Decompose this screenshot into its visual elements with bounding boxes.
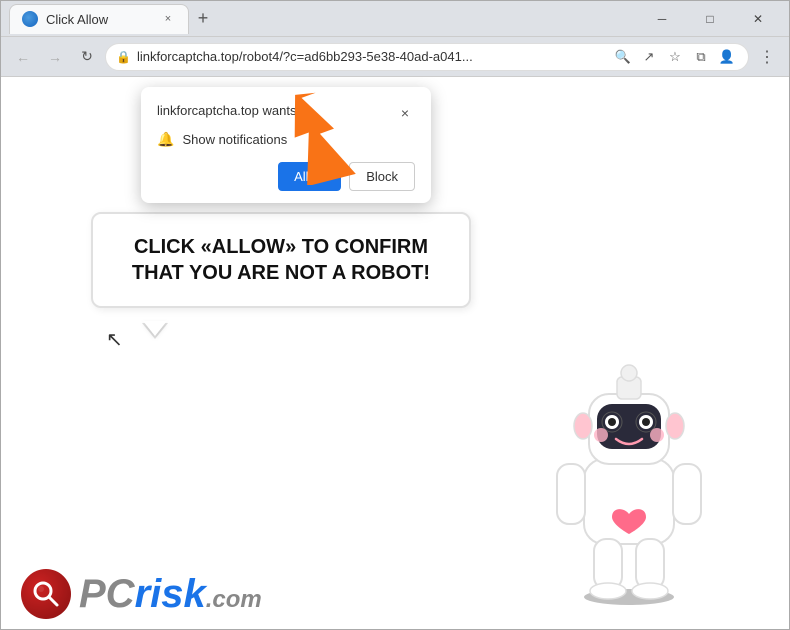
cursor: ↖ <box>106 327 123 352</box>
search-icon[interactable]: 🔍 <box>612 46 634 68</box>
title-bar: Click Allow × + ─ □ ✕ <box>1 1 789 37</box>
address-bar-row: ← → ↻ 🔒 linkforcaptcha.top/robot4/?c=ad6… <box>1 37 789 77</box>
tab-title: Click Allow <box>46 12 108 27</box>
new-tab-button[interactable]: + <box>189 5 217 33</box>
url-text: linkforcaptcha.top/robot4/?c=ad6bb293-5e… <box>137 49 606 64</box>
profile-icon[interactable]: 👤 <box>716 46 738 68</box>
maximize-button[interactable]: □ <box>687 1 733 37</box>
bell-icon: 🔔 <box>157 131 174 148</box>
forward-button[interactable]: → <box>41 43 69 71</box>
address-bar-icons: 🔍 ↗ ☆ ⧉ 👤 <box>612 46 738 68</box>
lock-icon: 🔒 <box>116 50 131 64</box>
pcrisk-text: PCrisk.com <box>79 572 262 617</box>
orange-arrow <box>286 85 376 190</box>
pcrisk-icon <box>21 569 71 619</box>
window-controls: ─ □ ✕ <box>639 1 781 37</box>
speech-bubble: CLICK «ALLOW» TO CONFIRM THAT YOU ARE NO… <box>91 212 471 308</box>
notification-text: Show notifications <box>182 132 287 147</box>
pcrisk-pc: PC <box>79 572 135 617</box>
minimize-button[interactable]: ─ <box>639 1 685 37</box>
pcrisk-domain: .com <box>206 586 262 614</box>
close-button[interactable]: ✕ <box>735 1 781 37</box>
pcrisk-logo: PCrisk.com <box>21 569 262 619</box>
pcrisk-risk: risk <box>135 572 206 617</box>
tab-close-button[interactable]: × <box>160 11 176 27</box>
popup-close-button[interactable]: × <box>395 103 415 123</box>
extensions-icon[interactable]: ⧉ <box>690 46 712 68</box>
bubble-text: CLICK «ALLOW» TO CONFIRM THAT YOU ARE NO… <box>123 234 439 286</box>
tab-bar: Click Allow × + <box>9 4 635 34</box>
active-tab[interactable]: Click Allow × <box>9 4 189 34</box>
back-button[interactable]: ← <box>9 43 37 71</box>
address-bar[interactable]: 🔒 linkforcaptcha.top/robot4/?c=ad6bb293-… <box>105 43 749 71</box>
page-content: linkforcaptcha.top wants to × 🔔 Show not… <box>1 77 789 629</box>
browser-window: Click Allow × + ─ □ ✕ ← → ↻ 🔒 linkforcap… <box>0 0 790 630</box>
menu-button[interactable]: ⋮ <box>753 43 781 71</box>
bookmark-icon[interactable]: ☆ <box>664 46 686 68</box>
robot-image <box>529 329 729 609</box>
reload-button[interactable]: ↻ <box>73 43 101 71</box>
share-icon[interactable]: ↗ <box>638 46 660 68</box>
tab-favicon <box>22 11 38 27</box>
